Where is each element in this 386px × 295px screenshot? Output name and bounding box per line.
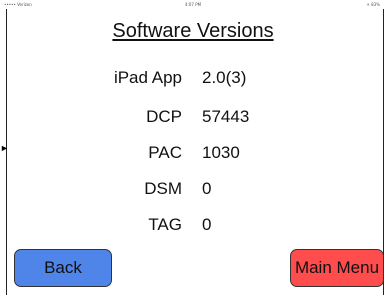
status-time: 4:07 PM bbox=[184, 2, 202, 7]
version-label-dsm: DSM bbox=[144, 179, 182, 198]
version-label-pac: PAC bbox=[148, 143, 182, 162]
version-value-pac: 1030 bbox=[202, 143, 240, 162]
page-title-text: Software Versions bbox=[112, 20, 274, 42]
version-label-dcp: DCP bbox=[146, 107, 182, 126]
version-label-ipad-app: iPad App bbox=[113, 68, 182, 87]
version-value-dsm: 0 bbox=[202, 179, 212, 198]
page-title: Software Versions bbox=[0, 19, 386, 43]
main-menu-button[interactable]: Main Menu bbox=[290, 249, 384, 287]
version-label-tag: TAG bbox=[148, 215, 182, 234]
software-versions-screen: ••••• Verizon 4:07 PM ✳ 83% ► Software V… bbox=[0, 0, 386, 295]
version-value-dcp: 57443 bbox=[202, 107, 250, 126]
battery-indicator: ✳ 83% bbox=[366, 2, 380, 7]
back-button[interactable]: Back bbox=[14, 249, 112, 287]
main-menu-button-label: Main Menu bbox=[294, 258, 380, 277]
back-button-label: Back bbox=[44, 258, 82, 277]
version-value-tag: 0 bbox=[202, 215, 212, 234]
status-bar: ••••• Verizon 4:07 PM ✳ 83% bbox=[0, 0, 386, 9]
version-value-ipad-app: 2.0(3) bbox=[202, 68, 247, 87]
